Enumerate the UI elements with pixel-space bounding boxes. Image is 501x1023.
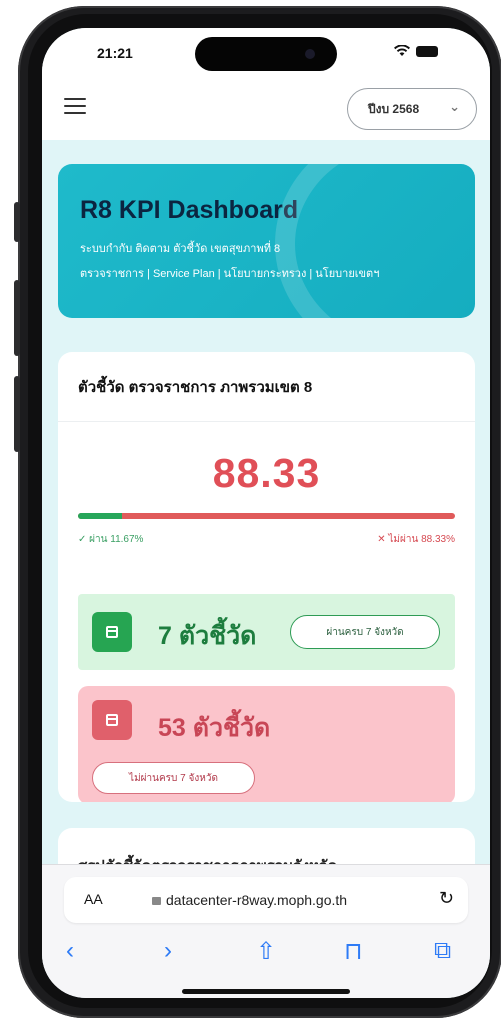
hero-decoration bbox=[275, 164, 475, 318]
wifi-icon bbox=[394, 45, 410, 56]
fiscal-year-value: ปีงบ 2568 bbox=[368, 101, 420, 116]
home-indicator bbox=[182, 989, 350, 994]
camera-icon bbox=[305, 49, 315, 59]
volume-down-button bbox=[14, 376, 20, 452]
pass-fail-legend: ✓ ผ่าน 11.67% ✕ ไม่ผ่าน 88.33% bbox=[78, 532, 455, 547]
dynamic-island bbox=[195, 37, 337, 71]
volume-up-button bbox=[14, 280, 20, 356]
lock-icon bbox=[152, 897, 161, 905]
reload-icon[interactable]: ↻ bbox=[439, 888, 454, 909]
kpi-score: 88.33 bbox=[212, 450, 321, 496]
status-icons bbox=[394, 45, 438, 57]
url-text: datacenter-r8way.moph.go.th bbox=[152, 892, 347, 908]
calendar-icon bbox=[92, 612, 132, 652]
status-time: 21:21 bbox=[97, 45, 133, 61]
browser-toolbar: AA datacenter-r8way.moph.go.th ↻ ‹ › ⇧ ⊓… bbox=[42, 864, 490, 998]
battery-icon bbox=[416, 45, 438, 57]
pass-fail-progress-bar bbox=[78, 513, 455, 519]
bookmarks-icon[interactable]: ⊓ bbox=[344, 937, 363, 966]
status-bar: 21:21 bbox=[42, 28, 490, 80]
chevron-down-icon: ⌄ bbox=[449, 99, 460, 114]
pass-progress-fill bbox=[78, 513, 122, 519]
address-bar[interactable]: AA datacenter-r8way.moph.go.th ↻ bbox=[64, 877, 468, 923]
fail-all-provinces-button[interactable]: ไม่ผ่านครบ 7 จังหวัด bbox=[92, 762, 255, 794]
action-button bbox=[14, 202, 20, 242]
forward-icon[interactable]: › bbox=[164, 937, 172, 965]
pass-count: 7 ตัวชี้วัด bbox=[158, 622, 257, 650]
pass-all-provinces-button[interactable]: ผ่านครบ 7 จังหวัด bbox=[290, 615, 440, 649]
pass-percent-label: ✓ ผ่าน 11.67% bbox=[78, 534, 144, 545]
kpi-overview-card: ตัวชี้วัด ตรวจราชการ ภาพรวมเขต 8 88.33 ✓… bbox=[58, 352, 475, 802]
hamburger-menu-icon[interactable] bbox=[64, 98, 86, 116]
calendar-icon bbox=[92, 700, 132, 740]
kpi-card-heading: ตัวชี้วัด ตรวจราชการ ภาพรวมเขต 8 bbox=[58, 352, 475, 422]
fail-percent-label: ✕ ไม่ผ่าน 88.33% bbox=[377, 534, 455, 545]
phone-screen: 21:21 ปีงบ 2568 ⌄ R8 KPI Dashboard ระบบก… bbox=[42, 28, 490, 998]
tabs-icon[interactable]: ⧉ bbox=[434, 937, 451, 965]
dashboard-hero: R8 KPI Dashboard ระบบกำกับ ติดตาม ตัวชี้… bbox=[58, 164, 475, 318]
pass-summary-box: 7 ตัวชี้วัด ผ่านครบ 7 จังหวัด bbox=[78, 594, 455, 670]
fail-count: 53 ตัวชี้วัด bbox=[158, 714, 271, 742]
browser-nav-row: ‹ › ⇧ ⊓ ⧉ bbox=[42, 937, 490, 977]
back-icon[interactable]: ‹ bbox=[66, 937, 74, 965]
fail-summary-box: 53 ตัวชี้วัด ไม่ผ่านครบ 7 จังหวัด bbox=[78, 686, 455, 802]
fiscal-year-select[interactable]: ปีงบ 2568 ⌄ bbox=[347, 88, 477, 130]
app-topbar: ปีงบ 2568 ⌄ bbox=[42, 80, 490, 140]
url-value: datacenter-r8way.moph.go.th bbox=[166, 892, 348, 908]
share-icon[interactable]: ⇧ bbox=[256, 937, 276, 966]
text-size-button[interactable]: AA bbox=[84, 891, 103, 907]
